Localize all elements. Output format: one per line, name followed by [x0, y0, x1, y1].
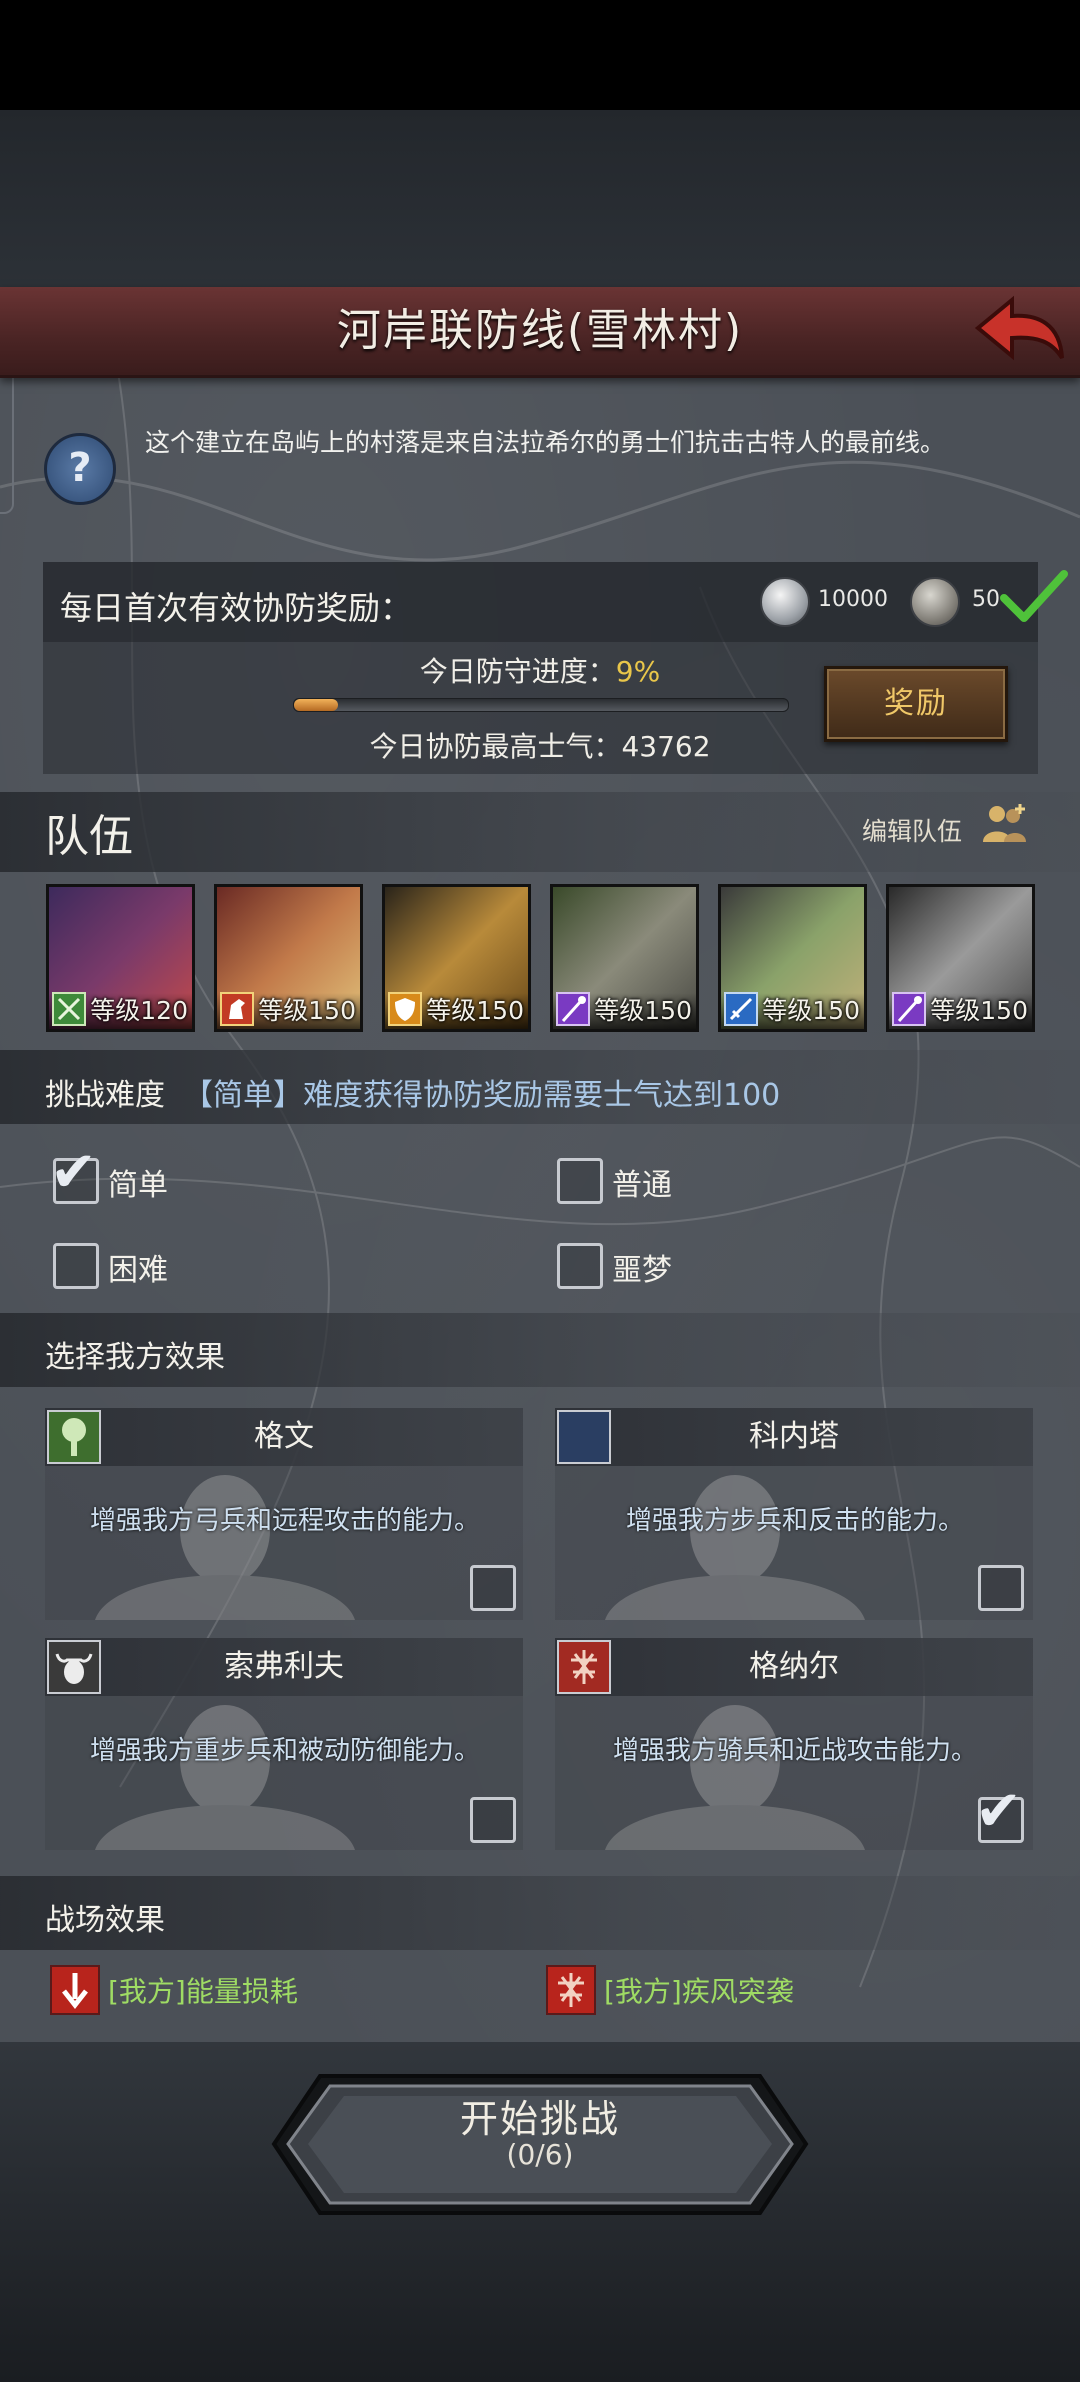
effect-name: 格文	[254, 1419, 314, 1454]
effect-card-gewen[interactable]: 格文 增强我方弓兵和远程攻击的能力。	[45, 1408, 523, 1620]
shield-class-icon	[388, 992, 422, 1026]
page-title: 河岸联防线(雪林村)	[336, 305, 744, 356]
effect-card-header: 科内塔	[555, 1408, 1033, 1466]
hero-level: 等级120	[90, 996, 188, 1025]
effect-suofulifu-checkbox[interactable]	[470, 1797, 516, 1843]
hero-silhouette	[95, 1705, 355, 1850]
staff-class-icon	[556, 992, 590, 1026]
difficulty-hard-label: 困难	[108, 1253, 168, 1288]
effect-card-genaer[interactable]: 格纳尔 增强我方骑兵和近战攻击能力。 ✔	[555, 1638, 1033, 1850]
effect-koneita-checkbox[interactable]	[978, 1565, 1024, 1611]
team-title: 队伍	[45, 811, 133, 862]
effect-name: 科内塔	[749, 1419, 839, 1454]
effect-card-header: 格文	[45, 1408, 523, 1466]
cavalry-class-icon	[220, 992, 254, 1026]
effect-description: 增强我方骑兵和近战攻击能力。	[612, 1736, 977, 1766]
check-icon	[1000, 570, 1068, 622]
difficulty-easy-checkbox[interactable]: ✔	[50, 1145, 99, 1204]
start-challenge-label: 开始挑战	[459, 2097, 620, 2141]
defense-progress-value: 9%	[615, 655, 661, 688]
hero-silhouette	[605, 1705, 865, 1850]
effect-genaer-checkbox[interactable]: ✔	[975, 1784, 1024, 1843]
staff-class-icon	[892, 992, 926, 1026]
rune-icon	[557, 1640, 611, 1694]
difficulty-easy-label: 简单	[108, 1168, 168, 1203]
hero-level: 等级150	[258, 996, 356, 1025]
effect-card-header: 格纳尔	[555, 1638, 1033, 1696]
crescent-icon	[557, 1410, 611, 1464]
hero-slot-2[interactable]: 等级150	[214, 884, 363, 1032]
max-morale: 今日协防最高士气：43762	[300, 725, 780, 765]
max-morale-value: 43762	[621, 730, 711, 763]
difficulty-rule: 【简单】难度获得协防奖励需要士气达到100	[183, 1078, 781, 1113]
field-effect-label: [我方]能量损耗	[108, 1975, 298, 2008]
defense-progress-bar	[293, 698, 789, 712]
checkmark-icon: ✔	[975, 1779, 1022, 1844]
difficulty-normal-label: 普通	[612, 1168, 672, 1203]
back-arrow-icon[interactable]	[968, 292, 1068, 372]
defense-progress: 今日防守进度：9%	[300, 650, 780, 690]
effect-description: 增强我方重步兵和被动防御能力。	[89, 1736, 480, 1766]
dimmed-background	[0, 110, 1080, 287]
bull-skull-icon	[47, 1640, 101, 1694]
effect-name: 索弗利夫	[224, 1649, 344, 1684]
green-class-icon	[52, 992, 86, 1026]
difficulty-hard-checkbox[interactable]	[53, 1243, 99, 1289]
hero-level: 等级150	[930, 996, 1028, 1025]
effect-gewen-checkbox[interactable]	[470, 1565, 516, 1611]
stone-coin-amount: 50	[972, 587, 1000, 612]
tree-icon	[47, 1410, 101, 1464]
start-challenge-count: (0/6)	[506, 2138, 574, 2171]
difficulty-normal-checkbox[interactable]	[557, 1158, 603, 1204]
hero-silhouette	[605, 1475, 865, 1620]
hero-slot-3[interactable]: 等级150	[382, 884, 531, 1032]
down-arrow-icon	[50, 1965, 100, 2015]
hero-silhouette	[95, 1475, 355, 1620]
team-people-icon[interactable]	[980, 802, 1030, 848]
hero-slot-6[interactable]: 等级150	[886, 884, 1035, 1032]
daily-reward-label: 每日首次有效协防奖励：	[60, 589, 413, 627]
hero-slot-5[interactable]: 等级150	[718, 884, 867, 1032]
reward-button[interactable]: 奖励	[824, 666, 1008, 742]
silver-coin-amount: 10000	[818, 587, 888, 612]
defense-progress-fill	[294, 699, 339, 711]
effect-description: 增强我方步兵和反击的能力。	[625, 1506, 964, 1536]
title-bar: 河岸联防线(雪林村)	[0, 287, 1080, 378]
sword-class-icon	[724, 992, 758, 1026]
help-icon[interactable]: ?	[44, 433, 116, 505]
hero-level: 等级150	[594, 996, 692, 1025]
hero-level: 等级150	[426, 996, 524, 1025]
effect-card-header: 索弗利夫	[45, 1638, 523, 1696]
our-effects-label: 选择我方效果	[45, 1340, 225, 1375]
hero-level: 等级150	[762, 996, 860, 1025]
hero-slot-1[interactable]: 等级120	[46, 884, 195, 1032]
difficulty-label: 挑战难度	[45, 1078, 165, 1113]
effect-card-koneita[interactable]: 科内塔 增强我方步兵和反击的能力。	[555, 1408, 1033, 1620]
silver-coin-icon	[760, 577, 810, 627]
effect-card-suofulifu[interactable]: 索弗利夫 增强我方重步兵和被动防御能力。	[45, 1638, 523, 1850]
field-effect-label: [我方]疾风突袭	[604, 1975, 794, 2008]
checkmark-icon: ✔	[50, 1140, 97, 1205]
rune-icon	[546, 1965, 596, 2015]
defense-progress-label: 今日防守进度：	[419, 655, 616, 688]
difficulty-nightmare-checkbox[interactable]	[557, 1243, 603, 1289]
difficulty-header: 挑战难度 【简单】难度获得协防奖励需要士气达到100	[45, 1070, 780, 1114]
difficulty-nightmare-label: 噩梦	[612, 1253, 672, 1288]
effect-name: 格纳尔	[749, 1649, 839, 1684]
stage-description: 这个建立在岛屿上的村落是来自法拉希尔的勇士们抗击古特人的最前线。	[144, 428, 945, 457]
field-effects-label: 战场效果	[45, 1903, 165, 1938]
status-bar-area	[0, 0, 1080, 110]
edit-team-button[interactable]: 编辑队伍	[862, 812, 962, 848]
effect-description: 增强我方弓兵和远程攻击的能力。	[89, 1506, 480, 1536]
stone-coin-icon	[910, 577, 960, 627]
max-morale-label: 今日协防最高士气：	[369, 730, 622, 763]
hero-slot-4[interactable]: 等级150	[550, 884, 699, 1032]
